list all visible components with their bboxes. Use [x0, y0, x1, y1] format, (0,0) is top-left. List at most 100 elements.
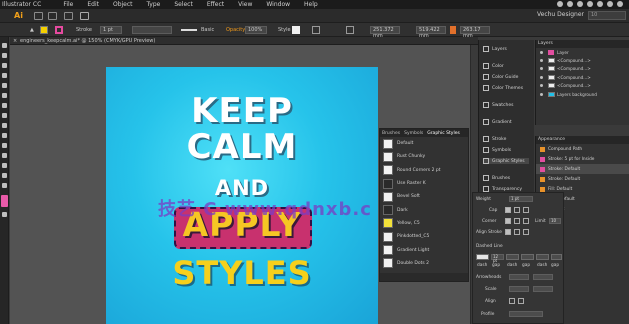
- style-item[interactable]: Pinkdotted_C5: [380, 230, 468, 243]
- style-item[interactable]: Dark: [380, 203, 468, 216]
- arrange-icon[interactable]: [48, 12, 57, 20]
- gap-field[interactable]: [506, 254, 519, 260]
- style-item[interactable]: Double Dots 2: [380, 257, 468, 270]
- paintbrush-tool-icon[interactable]: [2, 113, 7, 118]
- dock-gradient[interactable]: Gradient: [483, 119, 512, 125]
- shape-builder-tool-icon[interactable]: [2, 183, 7, 188]
- arrow-align-icon[interactable]: [518, 298, 524, 304]
- menu-type[interactable]: Type: [147, 1, 161, 8]
- miter-join-icon[interactable]: [505, 218, 511, 224]
- tray-icon[interactable]: [577, 1, 583, 7]
- opacity-field[interactable]: 100%: [245, 26, 267, 34]
- align-center-icon[interactable]: [505, 229, 511, 235]
- menu-select[interactable]: Select: [174, 1, 193, 8]
- appearance-row[interactable]: Stroke: Default: [536, 174, 629, 184]
- tab-brushes[interactable]: Brushes: [382, 131, 400, 136]
- workspace-switcher[interactable]: Vechu Designer: [537, 11, 584, 18]
- dashed-line-checkbox[interactable]: Dashed Line: [476, 244, 503, 249]
- dock-color-themes[interactable]: Color Themes: [483, 85, 523, 91]
- eyedropper-tool-icon[interactable]: [1, 195, 8, 207]
- line-tool-icon[interactable]: [2, 93, 7, 98]
- layer-row[interactable]: Layer: [536, 48, 629, 56]
- tray-icon[interactable]: [557, 1, 563, 7]
- brush-line-preview[interactable]: [181, 29, 197, 31]
- dock-symbols[interactable]: Symbols: [483, 147, 511, 153]
- scale-start-field[interactable]: [509, 286, 529, 292]
- tab-graphic-styles[interactable]: Graphic Styles: [427, 131, 460, 136]
- scale-end-field[interactable]: [533, 286, 553, 292]
- arrow-end-select[interactable]: [533, 274, 553, 280]
- visibility-icon[interactable]: [540, 92, 543, 96]
- style-item[interactable]: Use Raster K: [380, 177, 468, 190]
- arrow-align-icon[interactable]: [509, 298, 515, 304]
- dock-brushes[interactable]: Brushes: [483, 175, 510, 181]
- projecting-cap-icon[interactable]: [523, 207, 529, 213]
- menu-edit[interactable]: Edit: [87, 1, 99, 8]
- profile-select[interactable]: [509, 311, 543, 317]
- visibility-icon[interactable]: [540, 84, 543, 88]
- rectangle-tool-icon[interactable]: [2, 103, 7, 108]
- visibility-icon[interactable]: [540, 50, 543, 54]
- dash-field[interactable]: [476, 254, 489, 260]
- align-inside-icon[interactable]: [514, 229, 520, 235]
- gap-field[interactable]: [536, 254, 549, 260]
- tab-symbols[interactable]: Symbols: [404, 131, 423, 136]
- style-swatch[interactable]: [292, 26, 300, 34]
- round-join-icon[interactable]: [514, 218, 520, 224]
- appearance-row[interactable]: Stroke: 5 pt for Inside: [536, 154, 629, 164]
- width-field[interactable]: 263.17 mm: [460, 26, 490, 39]
- butt-cap-icon[interactable]: [505, 207, 511, 213]
- style-item[interactable]: Bevel Soft: [380, 190, 468, 203]
- close-icon[interactable]: ×: [13, 37, 17, 45]
- document-tab[interactable]: × engineers_keepcalm.ai* @ 150% (CMYK/GP…: [10, 37, 478, 45]
- opacity-label[interactable]: Opacity: [226, 27, 245, 33]
- align-outside-icon[interactable]: [523, 229, 529, 235]
- rotate-tool-icon[interactable]: [2, 143, 7, 148]
- layer-row[interactable]: <Compound...>: [536, 56, 629, 64]
- visibility-icon[interactable]: [540, 59, 543, 63]
- appearance-panel-header[interactable]: Appearance: [536, 136, 629, 144]
- style-item[interactable]: Default: [380, 137, 468, 150]
- pen-tool-icon[interactable]: [2, 73, 7, 78]
- tray-icon[interactable]: [567, 1, 573, 7]
- width-tool-icon[interactable]: [2, 163, 7, 168]
- tray-icon[interactable]: [587, 1, 593, 7]
- stroke-swatch[interactable]: [55, 26, 63, 34]
- appearance-row[interactable]: Stroke: Default: [536, 164, 629, 174]
- pencil-tool-icon[interactable]: [2, 123, 7, 128]
- text-styles[interactable]: STYLES: [106, 254, 378, 292]
- style-item[interactable]: Rust Chunky: [380, 150, 468, 163]
- dock-color[interactable]: Color: [483, 63, 504, 69]
- bevel-join-icon[interactable]: [523, 218, 529, 224]
- stroke-weight-field[interactable]: 1 pt: [100, 26, 122, 34]
- dash-field[interactable]: [521, 254, 534, 260]
- text-calm[interactable]: CALM: [106, 127, 378, 167]
- limit-field[interactable]: 10: [549, 218, 561, 224]
- search-input[interactable]: 10: [588, 11, 626, 20]
- bridge-icon[interactable]: [34, 12, 43, 20]
- fill-swatch[interactable]: [40, 26, 48, 34]
- type-tool-icon[interactable]: [2, 83, 7, 88]
- style-item[interactable]: Yellow, C5: [380, 217, 468, 230]
- appearance-row[interactable]: Compound Path: [536, 144, 629, 154]
- y-position-field[interactable]: 519.422 mm: [416, 26, 446, 39]
- visibility-icon[interactable]: [540, 67, 543, 71]
- blend-tool-icon[interactable]: [2, 212, 7, 217]
- magic-wand-tool-icon[interactable]: [2, 63, 7, 68]
- dash-value-field[interactable]: 12 pt: [491, 254, 504, 263]
- eraser-tool-icon[interactable]: [2, 133, 7, 138]
- layer-row[interactable]: <Compound...>: [536, 65, 629, 73]
- free-transform-tool-icon[interactable]: [2, 173, 7, 178]
- variable-width-field[interactable]: [132, 26, 172, 34]
- selection-tool-icon[interactable]: [2, 43, 7, 48]
- dock-layers[interactable]: Layers: [483, 46, 507, 52]
- dock-graphic-styles[interactable]: Graphic Styles: [483, 158, 529, 164]
- round-cap-icon[interactable]: [514, 207, 520, 213]
- constrain-icon[interactable]: [450, 26, 456, 34]
- tray-icon[interactable]: [617, 1, 623, 7]
- menu-window[interactable]: Window: [266, 1, 290, 8]
- direct-selection-tool-icon[interactable]: [2, 53, 7, 58]
- arrow-start-select[interactable]: [509, 274, 529, 280]
- dash-field[interactable]: [551, 254, 562, 260]
- menu-effect[interactable]: Effect: [207, 1, 224, 8]
